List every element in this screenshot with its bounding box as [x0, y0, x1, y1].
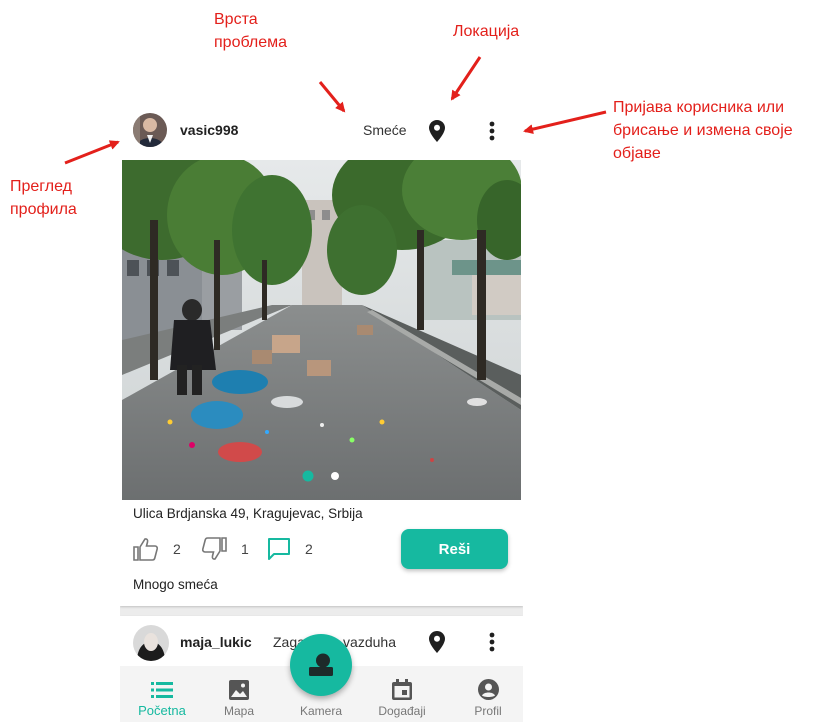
annotation-arrows — [64, 56, 607, 165]
arrow-problem-type — [318, 81, 346, 113]
arrow-profile-view — [64, 140, 120, 165]
arrow-location — [450, 56, 482, 101]
arrow-report-edit — [523, 110, 607, 135]
